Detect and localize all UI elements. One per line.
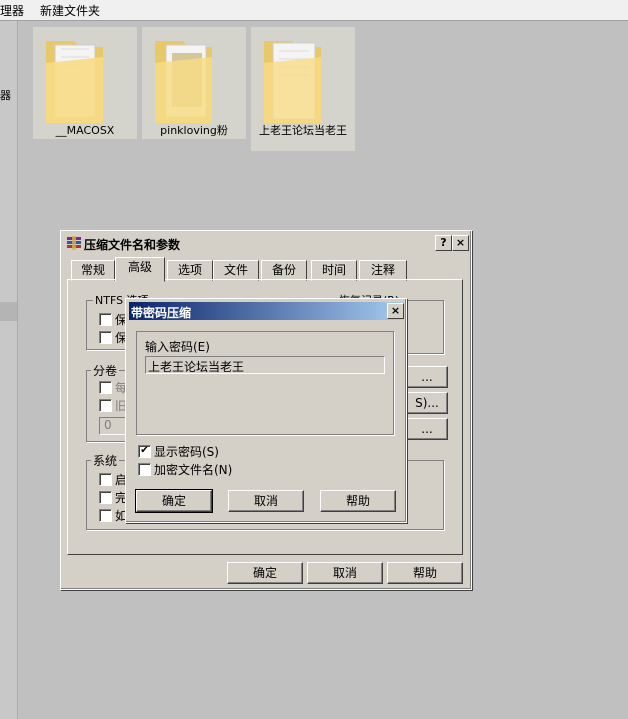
folder-item-pinkloving[interactable]: pinkloving粉 <box>142 27 246 139</box>
dialog-title: 压缩文件名和参数 <box>84 238 181 252</box>
help-button[interactable]: 帮助 <box>387 562 463 584</box>
menu-organize[interactable]: 理器 <box>0 2 24 19</box>
password-dialog-titlebar[interactable]: 带密码压缩 × <box>129 302 404 320</box>
password-dialog-title: 带密码压缩 <box>131 306 192 320</box>
nav-selected-item[interactable] <box>0 302 17 321</box>
encrypt-filenames-label: 加密文件名(N) <box>154 463 233 477</box>
recovery-btn2[interactable]: S)... <box>406 392 448 414</box>
tab-files[interactable]: 文件 <box>213 260 259 281</box>
vol-opt2-checkbox[interactable] <box>99 399 112 412</box>
password-prompt: 输入密码(E) <box>145 340 210 354</box>
folder-icon <box>264 41 321 123</box>
folder-label: pinkloving粉 <box>160 124 228 137</box>
volume-label: 分卷 <box>91 362 120 379</box>
password-input[interactable]: 上老王论坛当老王 <box>145 356 385 374</box>
tab-time[interactable]: 时间 <box>311 260 357 281</box>
folder-icon <box>155 41 212 123</box>
password-dialog: 带密码压缩 × 输入密码(E) 上老王论坛当老王 ✔ 显示密码(S) 加密文件名… <box>125 298 407 523</box>
sys-opt2-checkbox[interactable] <box>99 491 112 504</box>
tab-backup[interactable]: 备份 <box>261 260 307 281</box>
encrypt-filenames-checkbox[interactable] <box>138 463 151 476</box>
tab-options[interactable]: 选项 <box>167 260 213 281</box>
password-cancel-button[interactable]: 取消 <box>228 490 304 512</box>
cancel-button[interactable]: 取消 <box>307 562 383 584</box>
close-icon[interactable]: × <box>452 235 469 251</box>
folder-label: __MACOSX <box>55 124 115 137</box>
menu-new-folder[interactable]: 新建文件夹 <box>40 2 100 19</box>
explorer-toolbar: 理器 新建文件夹 <box>0 0 628 21</box>
folder-item-laowang[interactable]: 上老王论坛当老王 <box>251 27 355 151</box>
nav-item-fragment[interactable]: 器 <box>0 87 11 103</box>
ok-button[interactable]: 确定 <box>227 562 303 584</box>
show-password-label: 显示密码(S) <box>154 445 219 459</box>
system-label: 系统 <box>91 452 120 469</box>
ntfs-opt1-checkbox[interactable] <box>99 313 112 326</box>
folder-label: 上老王论坛当老王 <box>259 124 347 137</box>
close-icon[interactable]: × <box>387 303 404 319</box>
password-group: 输入密码(E) 上老王论坛当老王 <box>136 331 394 435</box>
vol-opt1-checkbox[interactable] <box>99 381 112 394</box>
password-ok-button[interactable]: 确定 <box>135 489 213 513</box>
check-mark-icon: ✔ <box>140 445 149 456</box>
help-icon[interactable]: ? <box>435 235 452 251</box>
dialog-titlebar[interactable]: 压缩文件名和参数 ? × <box>64 234 469 252</box>
sys-opt1-checkbox[interactable] <box>99 473 112 486</box>
password-value: 上老王论坛当老王 <box>148 360 245 374</box>
recovery-btn1[interactable]: ... <box>406 366 448 388</box>
show-password-checkbox[interactable]: ✔ <box>138 445 151 458</box>
folder-item-macosx[interactable]: __MACOSX <box>33 27 137 139</box>
navigation-pane[interactable]: 器 <box>0 21 18 719</box>
sys-opt3-checkbox[interactable] <box>99 509 112 522</box>
recovery-btn3[interactable]: ... <box>406 418 448 440</box>
tab-advanced[interactable]: 高级 <box>115 257 165 282</box>
password-help-button[interactable]: 帮助 <box>320 490 396 512</box>
folder-icon <box>46 41 103 123</box>
winrar-icon <box>67 236 81 250</box>
tab-comment[interactable]: 注释 <box>359 260 407 281</box>
ntfs-opt2-checkbox[interactable] <box>99 331 112 344</box>
tab-general[interactable]: 常规 <box>71 260 115 281</box>
